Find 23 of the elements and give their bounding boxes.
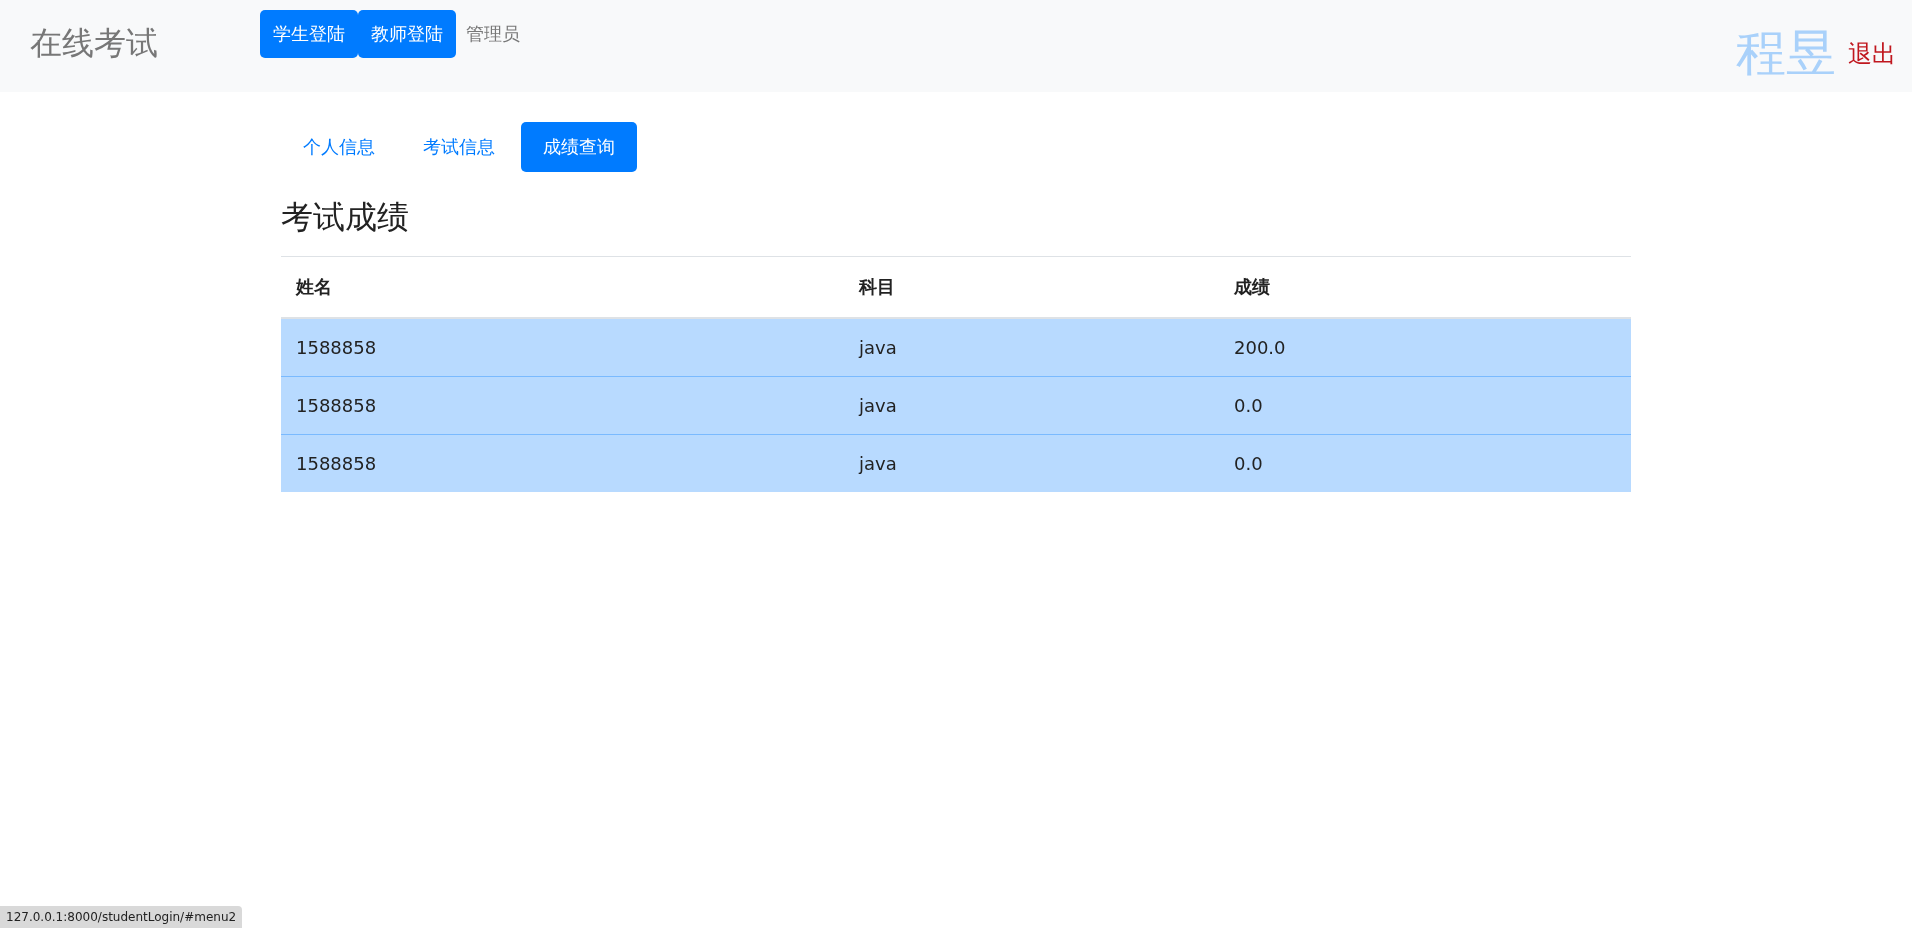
tab[interactable]: 成绩查询 — [521, 122, 637, 172]
tab[interactable]: 个人信息 — [281, 122, 397, 172]
table-cell: 200.0 — [1219, 318, 1631, 377]
nav-link[interactable]: 管理员 — [456, 22, 530, 46]
brand-title[interactable]: 在线考试 — [30, 22, 260, 66]
tab[interactable]: 考试信息 — [401, 122, 517, 172]
table-cell: 0.0 — [1219, 376, 1631, 435]
page-heading: 考试成绩 — [281, 197, 410, 238]
table-cell: 1588858 — [281, 318, 844, 377]
user-name: 程昱 — [1736, 23, 1836, 84]
table-cell: 1588858 — [281, 434, 844, 492]
table-cell: java — [844, 376, 1219, 435]
column-header: 成绩 — [1219, 256, 1631, 318]
table-cell: java — [844, 434, 1219, 492]
login-button[interactable]: 学生登陆 — [260, 10, 358, 58]
table-cell: 0.0 — [1219, 434, 1631, 492]
login-button[interactable]: 教师登陆 — [358, 10, 456, 58]
table-cell: 1588858 — [281, 376, 844, 435]
status-bar: 127.0.0.1:8000/studentLogin/#menu2 — [0, 906, 243, 928]
column-header: 姓名 — [281, 256, 844, 318]
column-header: 科目 — [844, 256, 1219, 318]
logout-link[interactable]: 退出 — [1848, 37, 1896, 70]
table-cell: java — [844, 318, 1219, 377]
